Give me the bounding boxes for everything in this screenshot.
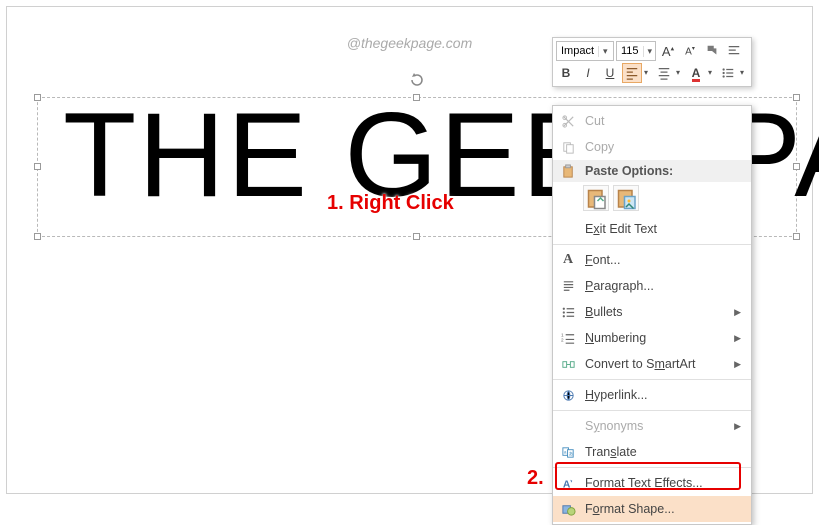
menu-cut[interactable]: Cut bbox=[553, 108, 751, 134]
text-effects-icon: A bbox=[557, 476, 579, 491]
bullets-button[interactable] bbox=[718, 63, 738, 83]
menu-translate[interactable]: aあ Translate bbox=[553, 439, 751, 465]
format-painter-button[interactable] bbox=[702, 41, 722, 61]
menu-bullets[interactable]: Bullets ▶ bbox=[553, 299, 751, 325]
menu-separator bbox=[553, 410, 751, 411]
copy-icon bbox=[557, 140, 579, 155]
chevron-down-icon[interactable]: ▾ bbox=[676, 68, 684, 79]
font-name-value: Impact bbox=[557, 45, 598, 57]
smartart-icon bbox=[557, 357, 579, 372]
scissors-icon bbox=[557, 114, 579, 129]
paste-icon bbox=[557, 164, 579, 179]
align-left-button[interactable] bbox=[622, 63, 642, 83]
menu-label: Font... bbox=[585, 253, 741, 267]
menu-label: Paste Options: bbox=[585, 164, 741, 178]
chevron-right-icon: ▶ bbox=[734, 421, 741, 432]
font-size-combo[interactable]: 115 ▾ bbox=[616, 41, 656, 61]
chevron-right-icon: ▶ bbox=[734, 307, 741, 318]
menu-hyperlink[interactable]: Hyperlink... bbox=[553, 382, 751, 408]
resize-handle[interactable] bbox=[34, 233, 41, 240]
resize-handle[interactable] bbox=[793, 233, 800, 240]
menu-label: Synonyms bbox=[585, 419, 728, 433]
align-center-button[interactable] bbox=[654, 63, 674, 83]
menu-label: Cut bbox=[585, 114, 741, 128]
paste-picture-button[interactable] bbox=[613, 185, 639, 211]
svg-text:2: 2 bbox=[561, 337, 564, 342]
menu-label: Convert to SmartArt bbox=[585, 357, 728, 371]
menu-label: Bullets bbox=[585, 305, 728, 319]
chevron-down-icon: ▾ bbox=[598, 46, 610, 57]
menu-label: Numbering bbox=[585, 331, 728, 345]
increase-font-button[interactable]: A▴ bbox=[658, 41, 678, 61]
annotation-step2: 2. bbox=[527, 467, 544, 490]
chevron-down-icon[interactable]: ▾ bbox=[740, 68, 748, 79]
menu-synonyms[interactable]: Synonyms ▶ bbox=[553, 413, 751, 439]
chevron-right-icon: ▶ bbox=[734, 333, 741, 344]
translate-icon: aあ bbox=[557, 445, 579, 460]
menu-label: Translate bbox=[585, 445, 741, 459]
font-icon: A bbox=[557, 252, 579, 268]
font-size-value: 115 bbox=[617, 45, 643, 57]
chevron-down-icon: ▾ bbox=[643, 46, 655, 57]
menu-numbering[interactable]: 12 Numbering ▶ bbox=[553, 325, 751, 351]
menu-font[interactable]: A Font... bbox=[553, 247, 751, 273]
font-color-button[interactable]: A bbox=[686, 63, 706, 83]
italic-button[interactable]: I bbox=[578, 63, 598, 83]
mini-toolbar: Impact ▾ 115 ▾ A▴ A▾ B I U ▾ bbox=[552, 37, 752, 87]
menu-copy[interactable]: Copy bbox=[553, 134, 751, 160]
menu-paragraph[interactable]: Paragraph... bbox=[553, 273, 751, 299]
resize-handle[interactable] bbox=[413, 233, 420, 240]
watermark: @thegeekpage.com bbox=[347, 35, 473, 51]
resize-handle[interactable] bbox=[34, 163, 41, 170]
menu-separator bbox=[553, 244, 751, 245]
hyperlink-icon bbox=[557, 388, 579, 403]
underline-button[interactable]: U bbox=[600, 63, 620, 83]
decrease-font-button[interactable]: A▾ bbox=[680, 41, 700, 61]
menu-separator bbox=[553, 467, 751, 468]
bullets-icon bbox=[557, 305, 579, 320]
menu-label: Format Text Effects... bbox=[585, 476, 741, 490]
svg-text:a: a bbox=[563, 449, 566, 454]
format-shape-icon bbox=[557, 502, 579, 517]
chevron-down-icon[interactable]: ▾ bbox=[644, 68, 652, 79]
menu-exit-edit-text[interactable]: Exit Edit Text bbox=[553, 216, 751, 242]
context-menu: Cut Copy Paste Options: Exit Edit Text A… bbox=[552, 105, 752, 525]
chevron-right-icon: ▶ bbox=[734, 359, 741, 370]
menu-separator bbox=[553, 379, 751, 380]
menu-label: Hyperlink... bbox=[585, 388, 741, 402]
chevron-down-icon[interactable]: ▾ bbox=[708, 68, 716, 79]
menu-text-effects[interactable]: A Format Text Effects... bbox=[553, 470, 751, 496]
bold-button[interactable]: B bbox=[556, 63, 576, 83]
menu-paste-header: Paste Options: bbox=[553, 160, 751, 182]
align-button[interactable] bbox=[724, 41, 744, 61]
menu-label: Paragraph... bbox=[585, 279, 741, 293]
menu-label: Exit Edit Text bbox=[585, 222, 741, 236]
menu-label: Format Shape... bbox=[585, 502, 741, 516]
resize-handle[interactable] bbox=[34, 94, 41, 101]
svg-text:A: A bbox=[562, 479, 570, 490]
numbering-icon: 12 bbox=[557, 331, 579, 346]
font-name-combo[interactable]: Impact ▾ bbox=[556, 41, 614, 61]
paste-keep-source-button[interactable] bbox=[583, 185, 609, 211]
annotation-step1: 1. Right Click bbox=[327, 192, 454, 215]
menu-label: Copy bbox=[585, 140, 741, 154]
paragraph-icon bbox=[557, 279, 579, 294]
menu-smartart[interactable]: Convert to SmartArt ▶ bbox=[553, 351, 751, 377]
paste-options-row bbox=[553, 182, 751, 216]
